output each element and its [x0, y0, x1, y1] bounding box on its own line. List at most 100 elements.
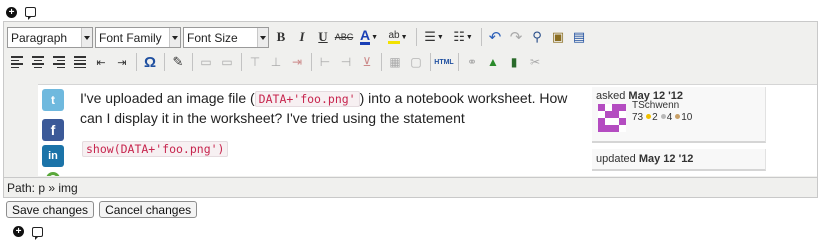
facebook-icon[interactable]: f — [42, 119, 64, 141]
insert-col-after-button[interactable]: ⊣ — [336, 52, 356, 72]
chevron-down-icon: ▼ — [400, 33, 408, 41]
align-right-button[interactable] — [49, 52, 69, 72]
delete-row-button[interactable]: ⇥ — [287, 52, 307, 72]
twitter-icon[interactable]: t — [42, 89, 64, 111]
merge-cells-button[interactable]: ▢ — [406, 52, 426, 72]
updated-card: updated May 12 '12 — [592, 149, 766, 171]
insert-link-button[interactable]: ⚭ — [462, 52, 482, 72]
paste-word-button[interactable]: ▤ — [569, 27, 589, 47]
merge-cells-icon: ▢ — [410, 55, 422, 69]
unlink-icon: ✂ — [529, 55, 541, 69]
html-source-button[interactable]: HTML — [434, 52, 454, 72]
numbered-list-button[interactable]: ☷ ▼ — [449, 27, 477, 47]
delete-col-button[interactable]: ⊻ — [357, 52, 377, 72]
film-icon: ▮ — [510, 55, 518, 69]
indent-button[interactable]: ⇥ — [112, 52, 132, 72]
comment-icon[interactable] — [32, 226, 43, 240]
add-icon[interactable]: + — [13, 226, 24, 237]
toolbar-separator — [458, 53, 459, 71]
numbered-list-icon: ☷ — [453, 29, 465, 44]
insert-row-after-button[interactable]: ⊥ — [266, 52, 286, 72]
toolbar-separator — [136, 53, 137, 71]
redo-button[interactable]: ↷ — [506, 27, 526, 47]
insert-col-before-button[interactable]: ⊢ — [315, 52, 335, 72]
chevron-down-icon: ▼ — [465, 33, 473, 41]
google-plus-icon[interactable] — [46, 172, 60, 176]
chevron-down-icon — [169, 27, 180, 47]
code-statement: show(DATA+'foo.png') — [82, 141, 229, 157]
outdent-icon: ⇤ — [96, 56, 106, 69]
comment-icon[interactable] — [25, 7, 36, 20]
silver-badge-icon — [660, 114, 666, 119]
align-right-icon — [53, 56, 65, 68]
avatar[interactable] — [598, 104, 626, 132]
charmap-button[interactable]: Ω — [140, 52, 160, 72]
updated-date: May 12 '12 — [638, 153, 694, 165]
chevron-down-icon: ▼ — [371, 33, 379, 41]
code-block: show(DATA+'foo.png') — [82, 141, 229, 157]
align-justify-button[interactable] — [70, 52, 90, 72]
bullet-list-button[interactable]: ☰ ▼ — [420, 27, 448, 47]
edit-image-button[interactable]: ✎ — [168, 52, 188, 72]
insert-row-after-icon: ⊥ — [270, 55, 282, 69]
undo-button[interactable]: ↶ — [485, 27, 505, 47]
asked-card: asked May 12 '12 TSchwenn 73 2 4 10 — [592, 87, 766, 143]
top-action-bar: + — [6, 5, 36, 20]
toolbar-separator — [430, 53, 431, 71]
paste-word-icon: ▤ — [572, 29, 586, 44]
rich-text-editor: Paragraph Font Family Font Size B I U AB… — [3, 21, 818, 198]
toolbar-row-1: Paragraph Font Family Font Size B I U AB… — [7, 25, 590, 49]
table-cell-props-button[interactable]: ▭ — [217, 52, 237, 72]
insert-col-before-icon: ⊢ — [319, 55, 331, 69]
toolbar-separator — [481, 28, 482, 46]
font-color-icon: A — [359, 27, 371, 45]
find-button[interactable]: ⚲ — [527, 27, 547, 47]
strikethrough-button[interactable]: ABC — [334, 27, 354, 47]
form-actions: Save changes Cancel changes — [6, 201, 198, 218]
italic-button[interactable]: I — [292, 27, 312, 47]
outdent-button[interactable]: ⇤ — [91, 52, 111, 72]
unlink-button[interactable]: ✂ — [525, 52, 545, 72]
paste-button[interactable]: ▣ — [548, 27, 568, 47]
insert-row-before-icon: ⊤ — [249, 55, 261, 69]
asked-label: asked — [596, 90, 626, 102]
user-name-link[interactable]: TSchwenn — [632, 100, 679, 111]
highlight-color-button[interactable]: ab ▼ — [384, 27, 412, 47]
inline-code: DATA+'foo.png' — [254, 91, 360, 107]
underline-button[interactable]: U — [313, 27, 333, 47]
insert-media-button[interactable]: ▮ — [504, 52, 524, 72]
editor-content-area[interactable]: t f in I've uploaded an image file (DATA… — [38, 84, 817, 176]
align-left-button[interactable] — [7, 52, 27, 72]
table-row-props-button[interactable]: ▭ — [196, 52, 216, 72]
user-reputation: 73 2 4 10 — [632, 112, 693, 123]
align-center-icon — [32, 56, 44, 68]
toolbar-separator — [241, 53, 242, 71]
format-select[interactable]: Paragraph — [7, 26, 93, 48]
font-color-button[interactable]: A ▼ — [355, 27, 383, 47]
bold-button[interactable]: B — [271, 27, 291, 47]
indent-icon: ⇥ — [117, 56, 127, 69]
bullet-list-icon: ☰ — [424, 29, 436, 44]
undo-icon: ↶ — [488, 29, 502, 46]
binoculars-icon: ⚲ — [532, 29, 542, 44]
highlight-icon: ab — [388, 30, 400, 44]
font-family-select[interactable]: Font Family — [95, 26, 181, 48]
add-icon[interactable]: + — [6, 6, 17, 18]
toolbar-separator — [164, 53, 165, 71]
font-size-select[interactable]: Font Size — [183, 26, 269, 48]
insert-col-after-icon: ⊣ — [340, 55, 352, 69]
cancel-changes-button[interactable]: Cancel changes — [99, 201, 198, 218]
updated-label: updated — [596, 153, 636, 165]
linkedin-icon[interactable]: in — [42, 145, 64, 167]
toolbar-separator — [192, 53, 193, 71]
toolbar-separator — [381, 53, 382, 71]
insert-row-before-button[interactable]: ⊤ — [245, 52, 265, 72]
align-justify-icon — [74, 56, 86, 68]
split-cells-button[interactable]: ▦ — [385, 52, 405, 72]
clipboard-icon: ▣ — [551, 29, 565, 44]
insert-image-button[interactable]: ▲ — [483, 52, 503, 72]
save-changes-button[interactable]: Save changes — [6, 201, 95, 218]
align-center-button[interactable] — [28, 52, 48, 72]
toolbar-separator — [311, 53, 312, 71]
table-row-icon: ▭ — [200, 55, 212, 69]
